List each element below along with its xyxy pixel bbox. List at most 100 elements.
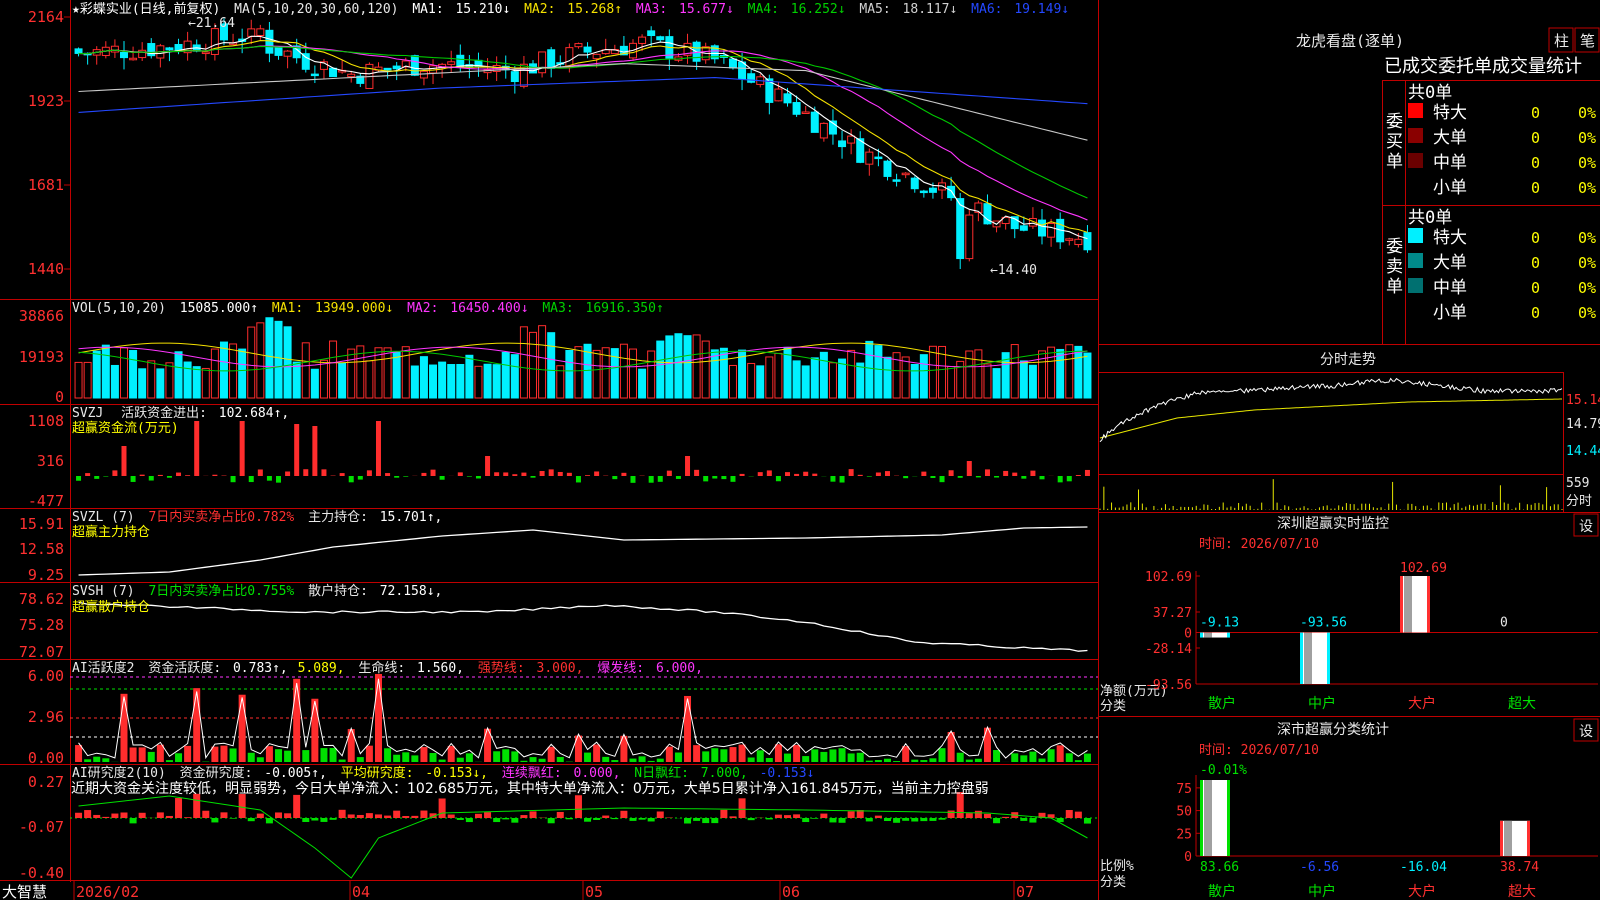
vol-ma3-value: 16916.350↑ — [586, 301, 664, 316]
candle-body — [256, 28, 265, 37]
activity-bar — [511, 751, 519, 762]
volume-bar — [1056, 348, 1065, 399]
sz-bar-shade — [1404, 576, 1412, 633]
candle-body — [647, 30, 656, 37]
activity-bar — [820, 751, 828, 762]
volume-bar — [256, 322, 265, 399]
research-bar — [165, 815, 173, 818]
research-bar — [611, 818, 619, 820]
candle-body — [947, 185, 956, 199]
flow-bar — [766, 470, 772, 476]
ai-active-chart[interactable] — [70, 673, 1098, 762]
main-y-ticks — [64, 16, 70, 270]
flow-bar — [657, 476, 663, 482]
research-bar — [175, 798, 183, 818]
flow-bar — [666, 470, 672, 476]
ai-active-header: AI活跃度2 资金活跃度: 0.783↑, 5.089, 生命线: 1.560,… — [72, 660, 703, 676]
flow-bar — [903, 476, 909, 479]
flow-bar — [757, 472, 763, 476]
volume-bar — [147, 360, 156, 399]
candle-body — [1083, 232, 1092, 251]
candle-body — [383, 67, 392, 71]
order-size-label: 小单 — [1433, 303, 1467, 323]
flow-bar — [703, 476, 709, 482]
volume-bar — [1074, 345, 1083, 399]
sz-value-label: 0 — [1500, 616, 1508, 631]
order-count: 0 — [1531, 229, 1540, 247]
research-bar — [1029, 818, 1037, 823]
volume-bar — [419, 356, 428, 399]
sz-bar-shade — [1304, 632, 1312, 684]
research-bar — [874, 815, 882, 818]
volume-bar — [501, 351, 510, 399]
volume-bar — [365, 360, 374, 399]
research-bar — [311, 818, 319, 821]
volume-bar — [838, 358, 847, 399]
sz-monitor-title: 深圳超赢实时监控 — [1277, 515, 1389, 532]
flow-bar — [466, 476, 472, 477]
ai-research-y-tick: 0.27 — [28, 773, 64, 791]
svsh-chart[interactable] — [78, 601, 1088, 652]
svzl-title: SVZL (7) — [72, 510, 135, 525]
volume-chart[interactable] — [74, 317, 1092, 399]
research-bar — [620, 810, 628, 818]
intraday-chart[interactable] — [1099, 377, 1563, 511]
candle-body — [110, 45, 119, 53]
flow-bar — [394, 476, 400, 478]
volume-bar — [92, 350, 101, 399]
svzj-value: 102.684↑, — [219, 406, 289, 421]
ai-active-l5: 爆发线: — [597, 660, 644, 676]
ai-active-v3: 1.560, — [417, 661, 464, 676]
sz-bar-edge — [1327, 632, 1330, 684]
order-pct: 0% — [1578, 229, 1596, 247]
flow-bar — [276, 476, 282, 483]
candle-body — [1019, 225, 1028, 231]
market-stats-chart[interactable]: 75 50 25 0 -0.01% 散户 83.66 中户 -6.56 大户 -16.04 超大 38.… — [1176, 763, 1598, 900]
activity-bar — [211, 746, 219, 762]
activity-bar — [793, 744, 801, 762]
terminal-canvas: 2164 1923 1681 1440 38866 19193 0 1108 3… — [0, 0, 1600, 900]
activity-bar — [520, 760, 528, 762]
flow-bar — [721, 476, 727, 480]
volume-bar — [901, 356, 910, 399]
flow-bar — [884, 471, 890, 476]
svzj-chart[interactable] — [76, 421, 1090, 483]
activity-bar — [774, 744, 782, 762]
svzj-header: SVZJ 活跃资金进出: 102.684↑, — [72, 405, 289, 421]
research-bar — [102, 816, 110, 818]
research-bar — [784, 815, 792, 818]
ai-research-chart[interactable] — [70, 792, 1098, 879]
research-bar — [929, 818, 937, 821]
volume-bar — [865, 340, 874, 399]
svzj-y-tick: 316 — [37, 452, 64, 470]
flow-bar — [430, 469, 436, 476]
candle-body — [738, 61, 747, 80]
flow-bar — [303, 469, 309, 476]
sz-monitor-chart[interactable]: 102.6937.270-28.14-93.56散户-9.13中户-93.56大… — [1145, 561, 1598, 712]
flow-bar — [230, 476, 236, 483]
order-size-label: 小单 — [1433, 178, 1467, 198]
activity-bar — [784, 753, 792, 762]
research-bar — [602, 815, 610, 818]
research-bar — [420, 810, 428, 818]
activity-bar — [384, 748, 392, 762]
flow-bar — [185, 475, 191, 476]
activity-bar — [229, 748, 237, 762]
volume-bar — [338, 362, 347, 399]
ai-active-y-tick: 0.00 — [28, 749, 64, 767]
svzl-chart[interactable] — [78, 526, 1088, 576]
order-count: 0 — [1531, 154, 1540, 172]
activity-bar — [584, 752, 592, 762]
flow-bar — [575, 476, 581, 483]
research-bar — [247, 818, 255, 822]
activity-bar — [1011, 753, 1019, 762]
candle-body — [410, 55, 419, 76]
research-bar — [320, 818, 328, 822]
research-bar — [384, 815, 392, 818]
flow-bar — [1003, 470, 1009, 476]
activity-bar — [611, 760, 619, 762]
candlestick-chart[interactable] — [74, 18, 1092, 269]
research-bar — [202, 810, 210, 818]
research-bar — [120, 812, 128, 818]
volume-bar — [283, 326, 292, 399]
